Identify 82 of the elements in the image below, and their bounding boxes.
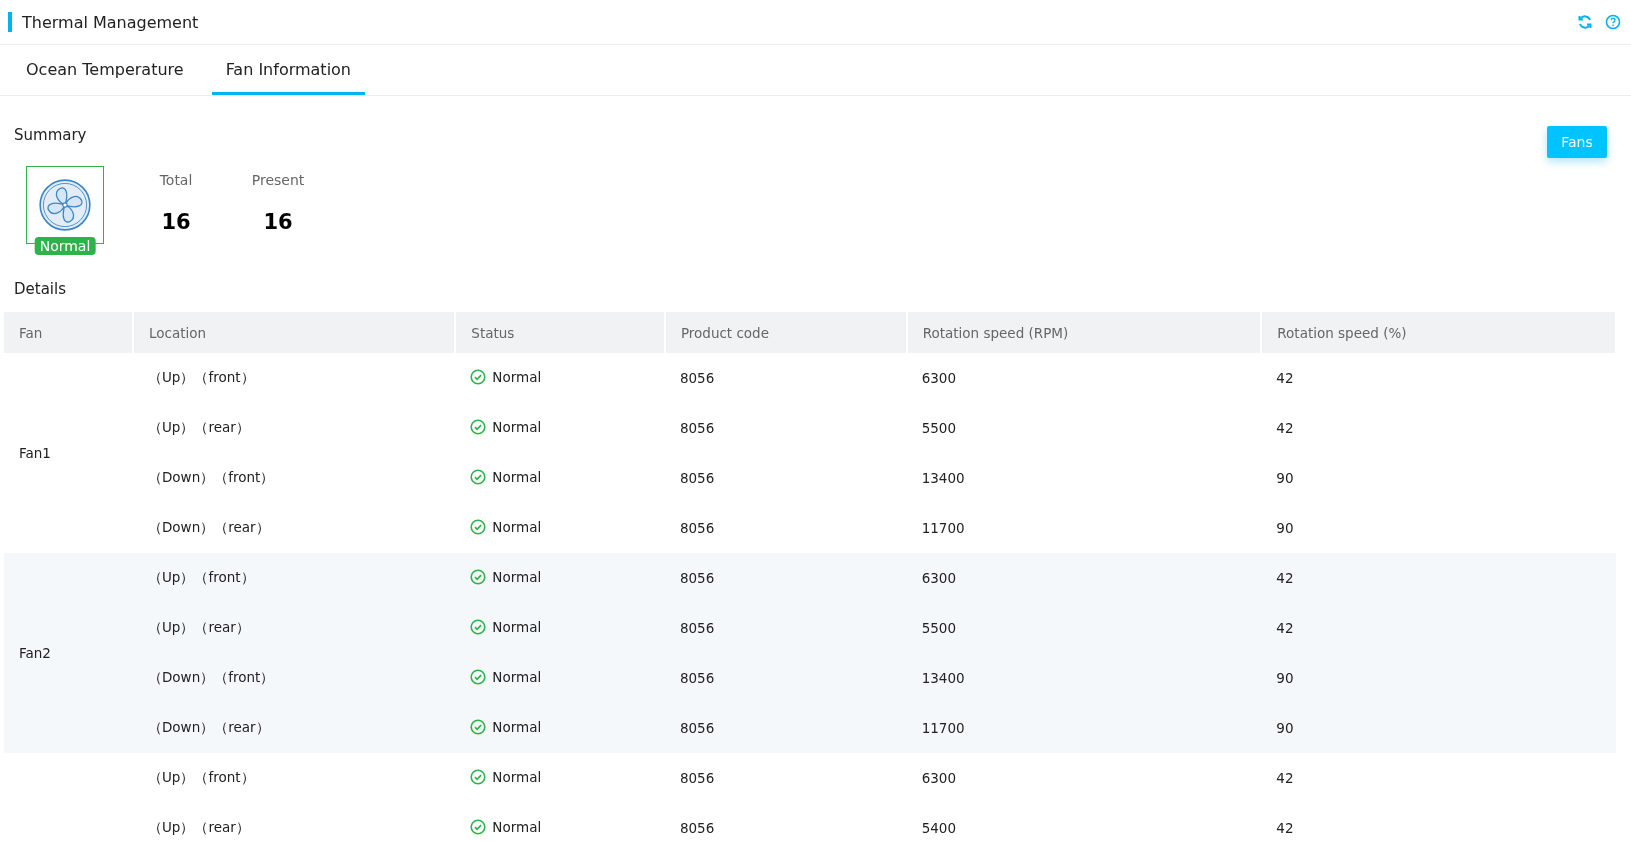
help-icon[interactable] xyxy=(1605,14,1621,30)
check-circle-icon xyxy=(470,418,487,435)
status-text: Normal xyxy=(492,468,542,485)
table-cell: （Up）（front） xyxy=(132,353,456,403)
tab[interactable]: Fan Information xyxy=(211,46,365,95)
table-cell: 8056 xyxy=(664,603,907,653)
table-cell: 8056 xyxy=(664,703,907,753)
page-title: Thermal Management xyxy=(22,12,200,32)
status-badge: Normal xyxy=(34,237,96,255)
table-cell-text: 90 xyxy=(1275,469,1295,488)
tab[interactable]: Ocean Temperature xyxy=(12,46,198,95)
table-cell-text: 42 xyxy=(1275,419,1295,438)
column-header: Status xyxy=(455,312,665,353)
check-circle-icon xyxy=(470,818,487,835)
table-cell: （Up）（rear） xyxy=(132,603,456,653)
stat-value: 16 xyxy=(161,210,191,234)
table-cell: 11700 xyxy=(906,703,1262,753)
table-cell: （Up）（front） xyxy=(132,553,456,603)
status-text: Normal xyxy=(492,618,542,635)
check-circle-icon xyxy=(470,518,487,535)
stat-label: Total xyxy=(159,172,193,188)
table-cell-text: （Up）（rear） xyxy=(146,818,251,837)
stat-value: 16 xyxy=(263,210,293,234)
column-header: Location xyxy=(132,312,456,353)
table-cell-text: 13400 xyxy=(920,469,966,488)
status-text: Normal xyxy=(492,668,542,685)
fan-icon xyxy=(38,178,92,232)
table-cell: 8056 xyxy=(664,353,907,403)
table-cell-text: 42 xyxy=(1275,819,1295,838)
table-cell: （Down）（rear） xyxy=(132,503,456,553)
status-text: Normal xyxy=(492,568,542,585)
check-circle-icon xyxy=(470,568,487,585)
status-text: Normal xyxy=(492,418,542,435)
column-header: Fan xyxy=(4,312,133,353)
table-cell-text: 8056 xyxy=(678,469,716,488)
table-cell: （Down）（rear） xyxy=(132,703,456,753)
table-cell: 6300 xyxy=(906,553,1262,603)
table-cell-text: （Up）（rear） xyxy=(146,418,251,437)
check-circle-icon xyxy=(470,768,487,785)
table-cell: 6300 xyxy=(906,353,1262,403)
table-cell: 90 xyxy=(1261,503,1616,553)
status-text: Normal xyxy=(492,718,542,735)
table-cell: 42 xyxy=(1261,553,1616,603)
status-text: Normal xyxy=(492,518,542,535)
stat-label: Present xyxy=(251,172,305,188)
check-circle-icon xyxy=(470,618,487,635)
table-cell: 42 xyxy=(1261,603,1616,653)
table-cell: 90 xyxy=(1261,653,1616,703)
table-cell: 13400 xyxy=(906,653,1262,703)
table-cell: （Up）（front） xyxy=(132,753,456,803)
table-cell: 5500 xyxy=(906,603,1262,653)
table-cell: 8056 xyxy=(664,503,907,553)
table-cell: 8056 xyxy=(664,653,907,703)
table-cell: Fan2 xyxy=(4,553,133,753)
table-cell-text: 5500 xyxy=(920,419,958,438)
table-cell-text: 8056 xyxy=(678,419,716,438)
table-cell-text: 8056 xyxy=(678,819,716,838)
table-cell: 8056 xyxy=(664,553,907,603)
check-circle-icon xyxy=(470,368,487,385)
table-cell-text: 5400 xyxy=(920,819,958,838)
status-text: Normal xyxy=(492,818,542,835)
table-cell: 42 xyxy=(1261,353,1616,403)
table-cell: （Down）（front） xyxy=(132,653,456,703)
table-cell-text: （Down）（front） xyxy=(146,468,276,487)
column-header: Rotation speed (%) xyxy=(1261,312,1616,353)
table-cell: 42 xyxy=(1261,753,1616,803)
status-text: Normal xyxy=(492,768,542,785)
check-circle-icon xyxy=(470,468,487,485)
table-cell: Fan1 xyxy=(4,353,133,553)
table-cell: 11700 xyxy=(906,503,1262,553)
status-text: Normal xyxy=(492,368,542,385)
column-header: Rotation speed (RPM) xyxy=(906,312,1262,353)
accent-bar xyxy=(8,12,12,32)
check-circle-icon xyxy=(470,668,487,685)
column-header: Product code xyxy=(664,312,907,353)
check-circle-icon xyxy=(470,718,487,735)
table-cell: 8056 xyxy=(664,753,907,803)
table-cell: 90 xyxy=(1261,703,1616,753)
refresh-icon[interactable] xyxy=(1577,14,1593,30)
table-cell: 6300 xyxy=(906,753,1262,803)
section-title: Details xyxy=(13,280,67,298)
section-title: Summary xyxy=(14,126,88,144)
